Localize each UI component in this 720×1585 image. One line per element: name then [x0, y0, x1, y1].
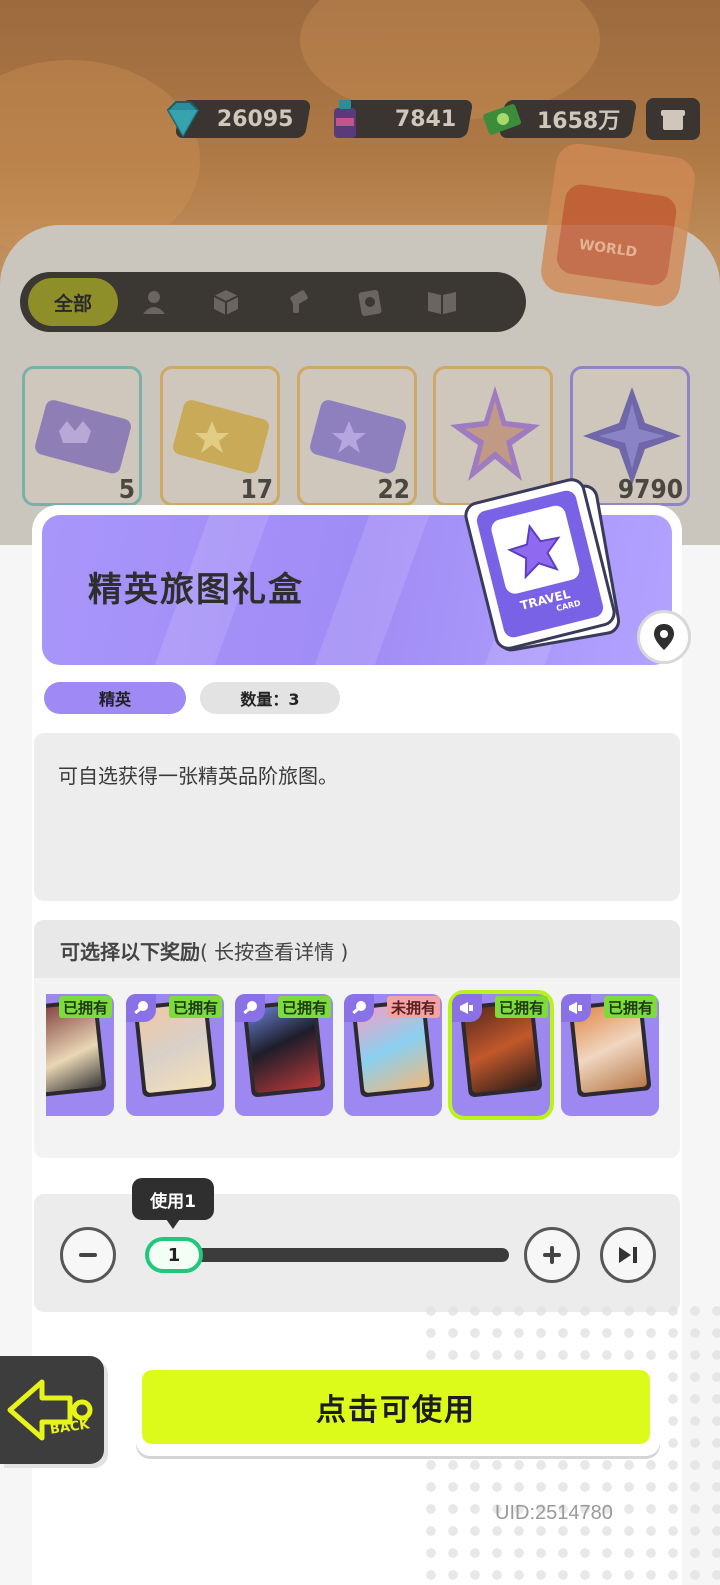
quantity-badge: 数量：3	[200, 682, 340, 714]
not-owned-badge: 未拥有	[386, 996, 440, 1018]
location-pin-icon	[654, 624, 674, 650]
skip-to-max-icon	[619, 1247, 637, 1263]
use-item-button[interactable]: 点击可使用	[136, 1364, 660, 1456]
book-icon[interactable]	[406, 278, 478, 326]
user-id: UID:2514780	[495, 1502, 613, 1524]
travel-card-icon: TRAVEL CARD	[461, 475, 623, 654]
item-title: 精英旅图礼盒	[88, 570, 304, 610]
cash-amount: 1658万	[536, 109, 620, 134]
gold-ticket-icon	[173, 400, 269, 474]
plus-icon	[543, 1246, 561, 1264]
max-button[interactable]	[600, 1227, 656, 1283]
use-count-tooltip: 使用1	[132, 1178, 214, 1229]
reward-title-text: 可选择以下奖励	[60, 940, 200, 964]
quantity-slider-knob[interactable]: 1	[145, 1237, 203, 1273]
location-pin-button[interactable]	[637, 610, 691, 664]
inventory-slot-1[interactable]: 5	[22, 366, 142, 506]
megaphone-icon	[561, 994, 591, 1022]
cash-icon	[480, 96, 526, 142]
slot-count: 9790	[617, 475, 683, 505]
spray-can-icon	[322, 96, 368, 142]
back-arrow-icon	[7, 1379, 93, 1441]
spray-gun-icon[interactable]	[262, 278, 334, 326]
reward-card[interactable]: 已拥有	[126, 994, 224, 1116]
reward-card[interactable]: 已拥有	[46, 994, 114, 1116]
quantity-slider-track[interactable]	[175, 1248, 509, 1262]
slot-count: 17	[240, 475, 273, 505]
spray-can-amount: 7841	[394, 106, 456, 132]
key-icon	[126, 994, 156, 1022]
owned-badge: 已拥有	[494, 996, 548, 1018]
star-ticket-icon	[310, 400, 406, 474]
owned-badge: 已拥有	[277, 996, 331, 1018]
rarity-badge: 精英	[44, 682, 186, 714]
category-bar: 全部	[20, 272, 526, 332]
owned-badge: 已拥有	[168, 996, 222, 1018]
reward-card-selected[interactable]: 已拥有	[448, 990, 554, 1120]
card-icon[interactable]	[334, 278, 406, 326]
item-description: 可自选获得一张精英品阶旅图。	[58, 764, 338, 788]
reward-hint: ( 长按查看详情 )	[200, 940, 349, 964]
world-suitcase-icon[interactable]: WORLD	[538, 140, 698, 310]
slot-count: 5	[118, 475, 135, 505]
back-button[interactable]: BACK	[0, 1356, 104, 1464]
megaphone-icon	[452, 994, 482, 1022]
description-box	[34, 733, 680, 901]
tab-all[interactable]: 全部	[28, 278, 118, 326]
inventory-slot-3[interactable]: 22	[297, 366, 417, 506]
menu-box-icon[interactable]	[646, 98, 700, 140]
person-icon[interactable]	[118, 278, 190, 326]
diamond-amount: 26095	[217, 106, 294, 132]
key-icon	[344, 994, 374, 1022]
decrease-button[interactable]	[60, 1227, 116, 1283]
reward-card[interactable]: 已拥有	[561, 994, 659, 1116]
reward-card-list[interactable]: 已拥有 已拥有 已拥有 未拥有 已拥有 已拥有	[46, 990, 662, 1122]
inventory-slot-2[interactable]: 17	[160, 366, 280, 506]
owned-badge: 已拥有	[58, 996, 112, 1018]
use-item-label: 点击可使用	[142, 1370, 650, 1444]
rainbow-star-icon	[450, 386, 540, 481]
box-icon[interactable]	[190, 278, 262, 326]
reward-card[interactable]: 已拥有	[235, 994, 333, 1116]
key-icon	[235, 994, 265, 1022]
reward-card[interactable]: 未拥有	[344, 994, 442, 1116]
increase-button[interactable]	[524, 1227, 580, 1283]
diamond-icon	[160, 96, 206, 142]
crown-ticket-icon	[35, 400, 131, 474]
owned-badge: 已拥有	[603, 996, 657, 1018]
minus-icon	[79, 1253, 97, 1257]
reward-title: 可选择以下奖励( 长按查看详情 )	[60, 936, 348, 965]
slot-count: 22	[377, 475, 410, 505]
